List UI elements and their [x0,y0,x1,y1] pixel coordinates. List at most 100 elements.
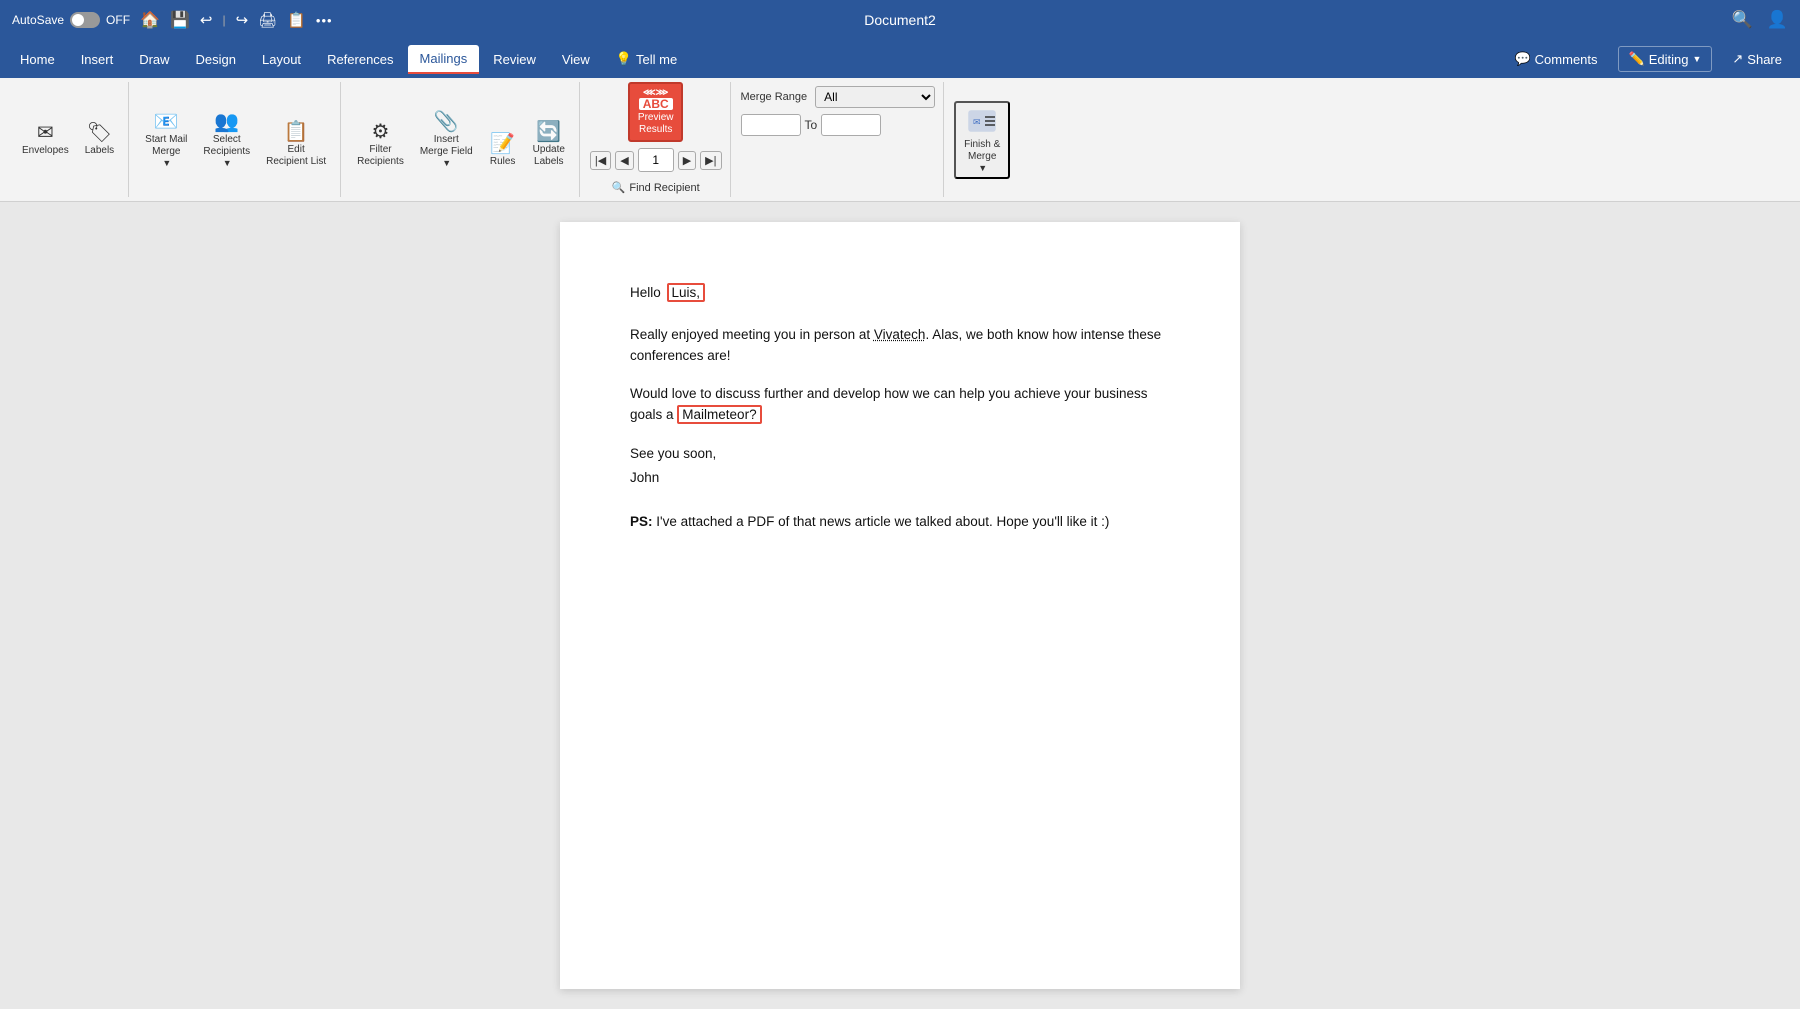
edit-recipient-list-button[interactable]: 📋 Edit Recipient List [260,118,332,172]
svg-text:✉: ✉ [973,117,981,127]
filter-recipients-button[interactable]: ⚙ Filter Recipients [351,118,410,172]
merge-range-select[interactable]: All Current Record Range [815,86,935,108]
title-bar-right: 🔍 👤 [1732,10,1788,30]
lightbulb-icon: 💡 [616,51,632,67]
menu-item-design[interactable]: Design [184,46,248,73]
envelopes-button[interactable]: ✉ Envelopes [16,119,75,161]
menu-item-layout[interactable]: Layout [250,46,313,73]
comments-button[interactable]: 💬 Comments [1504,47,1607,71]
edit-recipient-list-label: Edit Recipient List [266,144,326,168]
autosave-label: AutoSave [12,13,64,27]
envelopes-label: Envelopes [22,145,69,157]
print-icon[interactable]: 🖨 [258,11,277,29]
menu-item-draw[interactable]: Draw [127,46,181,73]
doc-signature: See you soon, John [630,442,1170,491]
envelopes-icon: ✉ [37,123,54,143]
insert-merge-field-label: Insert Merge Field [420,134,473,158]
next-record-button[interactable]: ▶ [678,151,696,170]
doc-page[interactable]: Hello Luis, Really enjoyed meeting you i… [560,222,1240,989]
ribbon-group-start-mail-merge: 📧 Start Mail Merge ▼ 👥 Select Recipients… [131,82,341,197]
ribbon-group-preview-results: ⋘⋙ ABC Preview Results |◀ ◀ ▶ ▶| 🔍 Find … [582,82,731,197]
rules-icon: 📝 [490,134,515,154]
search-icon[interactable]: 🔍 [1732,10,1753,30]
insert-merge-field-icon: 📎 [434,112,459,132]
undo-icon[interactable]: ↩ [200,11,213,29]
nav-controls: |◀ ◀ ▶ ▶| [590,148,722,172]
menu-bar: Home Insert Draw Design Layout Reference… [0,40,1800,78]
merge-range-from-input[interactable] [741,114,801,136]
start-merge-buttons: 📧 Start Mail Merge ▼ 👥 Select Recipients… [139,108,332,172]
menu-item-review[interactable]: Review [481,46,548,73]
update-labels-button[interactable]: 🔄 Update Labels [527,118,571,172]
share-button[interactable]: ↗ Share [1722,47,1792,71]
merge-range-label: Merge Range [741,91,808,103]
find-recipient-label: Find Recipient [629,182,699,194]
insert-merge-field-button[interactable]: 📎 Insert Merge Field ▼ [414,108,479,172]
redo-icon[interactable]: ↪ [236,11,249,29]
labels-icon: 🏷 [87,123,112,143]
ribbon-group-envelopes-labels: ✉ Envelopes 🏷 Labels [8,82,129,197]
finish-merge-arrow-icon: ▼ [978,163,987,173]
title-bar: AutoSave OFF 🏠 💾 ↩ | ↪ 🖨 📋 ••• Document2… [0,0,1800,40]
write-insert-buttons: ⚙ Filter Recipients 📎 Insert Merge Field… [351,108,571,172]
editing-chevron-icon: ▼ [1692,54,1701,64]
edit-recipient-list-icon: 📋 [284,122,309,142]
menu-item-view[interactable]: View [550,46,602,73]
finish-merge-icon: ✉ [967,107,997,137]
rules-button[interactable]: 📝 Rules [483,130,523,172]
update-labels-icon: 🔄 [536,122,561,142]
home-icon[interactable]: 🏠 [140,10,160,30]
envelopes-labels-buttons: ✉ Envelopes 🏷 Labels [16,119,120,161]
format-icon[interactable]: 📋 [287,11,306,29]
doc-greeting: Hello Luis, [630,282,1170,304]
ribbon-group-write-insert: ⚙ Filter Recipients 📎 Insert Merge Field… [343,82,580,197]
update-labels-label: Update Labels [533,144,565,168]
autosave-toggle[interactable] [70,12,100,28]
menu-item-insert[interactable]: Insert [69,46,126,73]
doc-para1: Really enjoyed meeting you in person at … [630,324,1170,367]
filter-recipients-icon: ⚙ [372,122,390,142]
select-recipients-icon: 👥 [214,112,239,132]
preview-results-label: Preview Results [638,112,674,136]
select-recipients-arrow-icon: ▼ [223,158,232,168]
find-recipient-icon: 🔍 [612,181,626,194]
record-number-input[interactable] [638,148,674,172]
merge-range-to-label: To [805,118,818,132]
filter-recipients-label: Filter Recipients [357,144,404,168]
start-mail-merge-button[interactable]: 📧 Start Mail Merge ▼ [139,108,193,172]
editing-button[interactable]: ✏️ Editing ▼ [1618,46,1713,72]
merge-range-to-input[interactable] [821,114,881,136]
menu-item-mailings[interactable]: Mailings [408,45,480,74]
start-merge-arrow-icon: ▼ [162,158,171,168]
finish-merge-label: Finish & Merge [964,139,1000,163]
prev-record-button[interactable]: ◀ [615,151,633,170]
more-icon[interactable]: ••• [316,13,333,28]
doc-area: Hello Luis, Really enjoyed meeting you i… [0,202,1800,1009]
people-icon[interactable]: 👤 [1767,10,1788,30]
finish-merge-button[interactable]: ✉ Finish & Merge ▼ [954,101,1010,179]
para1-text: Really enjoyed meeting you in person at [630,327,874,342]
menu-item-tell-me[interactable]: 💡 Tell me [604,45,689,73]
doc-para2: Would love to discuss further and develo… [630,383,1170,426]
share-icon: ↗ [1732,51,1743,67]
sign-line1: See you soon, [630,442,1170,466]
preview-results-inner: ⋘⋙ ABC Preview Results |◀ ◀ ▶ ▶| 🔍 Find … [590,82,722,197]
start-mail-merge-label: Start Mail Merge [145,134,187,158]
last-record-button[interactable]: ▶| [700,151,721,170]
comment-icon: 💬 [1514,51,1530,67]
merge-range-group: Merge Range All Current Record Range To [733,82,945,197]
editing-icon: ✏️ [1629,51,1645,67]
menu-item-home[interactable]: Home [8,46,67,73]
vivatech-link: Vivatech [874,327,926,342]
start-mail-merge-icon: 📧 [154,112,179,132]
rules-label: Rules [490,156,516,168]
first-record-button[interactable]: |◀ [590,151,611,170]
menu-item-references[interactable]: References [315,46,405,73]
labels-button[interactable]: 🏷 Labels [79,119,120,161]
save-icon[interactable]: 💾 [170,10,190,30]
ps-text: I've attached a PDF of that news article… [653,514,1110,529]
preview-results-button[interactable]: ⋘⋙ ABC Preview Results [628,82,684,142]
select-recipients-button[interactable]: 👥 Select Recipients ▼ [197,108,256,172]
company-merge-field: Mailmeteor? [677,405,761,424]
find-recipient-button[interactable]: 🔍 Find Recipient [606,178,706,197]
